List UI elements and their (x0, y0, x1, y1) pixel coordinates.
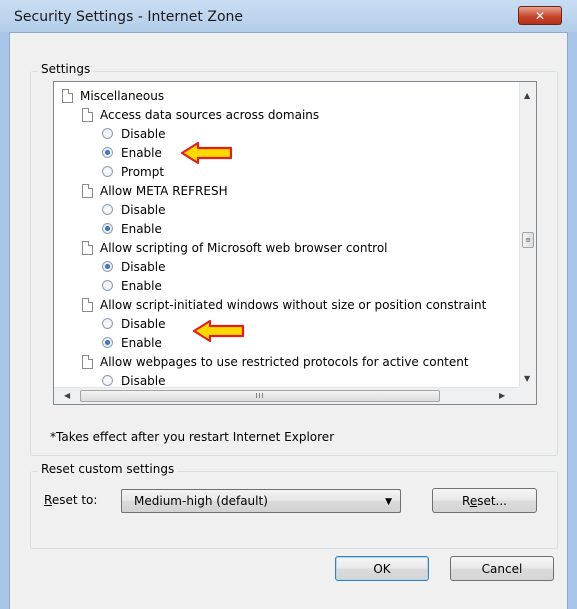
scroll-right-arrow-icon[interactable]: ▶ (499, 392, 505, 400)
item-label: Allow META REFRESH (100, 183, 228, 198)
radio-selected[interactable] (102, 261, 113, 272)
item-label: Miscellaneous (80, 88, 165, 103)
item-label: Enable (121, 145, 162, 160)
radio-unselected[interactable] (102, 204, 113, 215)
reset-to-label-rest: eset to: (51, 493, 98, 507)
reset-to-label-hotkey: R (44, 493, 52, 507)
radio-option[interactable]: Prompt (102, 162, 164, 181)
window-title: Security Settings - Internet Zone (14, 9, 243, 25)
setting-item: Access data sources across domains (82, 105, 319, 124)
scroll-down-arrow-icon[interactable]: ▼ (524, 375, 530, 383)
settings-list[interactable]: Miscellaneous Access data sources across … (53, 81, 537, 405)
annotation-arrow-shape (192, 319, 245, 343)
security-settings-dialog: Security Settings - Internet Zone ✕ Sett… (0, 0, 577, 609)
document-icon (62, 88, 73, 103)
item-label: Access data sources across domains (100, 107, 320, 122)
vertical-scrollbar[interactable]: ▲ ≡ ▼ (519, 82, 536, 388)
radio-selected[interactable] (102, 337, 113, 348)
radio-selected[interactable] (102, 147, 113, 158)
item-label: Disable (121, 202, 166, 217)
item-label: Enable (121, 335, 162, 350)
item-label: Disable (121, 373, 166, 388)
annotation-arrow-shape (180, 141, 233, 165)
horizontal-scroll-thumb[interactable]: III (80, 390, 440, 402)
cancel-button-label: Cancel (481, 561, 523, 576)
setting-item: Allow META REFRESH (82, 181, 228, 200)
item-label: Allow webpages to use restricted protoco… (100, 354, 469, 369)
reset-group-label: Reset custom settings (38, 462, 178, 476)
radio-option[interactable]: Disable (102, 124, 166, 143)
scrollbar-corner (519, 387, 536, 404)
document-icon (82, 297, 93, 312)
reset-to-value: Medium-high (default) (134, 494, 268, 508)
cancel-button[interactable]: Cancel (450, 556, 554, 581)
setting-item: Allow scripting of Microsoft web browser… (82, 238, 388, 257)
radio-option[interactable]: Disable (102, 257, 166, 276)
setting-item: Allow webpages to use restricted protoco… (82, 352, 469, 371)
item-label: Disable (121, 126, 166, 141)
scroll-left-arrow-icon[interactable]: ◀ (64, 392, 70, 400)
annotation-arrow-icon (180, 141, 233, 165)
radio-unselected[interactable] (102, 375, 113, 386)
settings-group-label: Settings (38, 62, 94, 76)
radio-selected[interactable] (102, 223, 113, 234)
radio-option[interactable]: Enable (102, 143, 162, 162)
restart-note: *Takes effect after you restart Internet… (50, 430, 335, 444)
reset-button[interactable]: Reset... (432, 488, 537, 513)
document-icon (82, 183, 93, 198)
item-label: Allow scripting of Microsoft web browser… (100, 240, 388, 255)
annotation-arrow-icon (192, 319, 245, 343)
radio-unselected[interactable] (102, 280, 113, 291)
reset-button-label: Reset... (462, 494, 507, 508)
item-label: Disable (121, 259, 166, 274)
item-label: Allow script-initiated windows without s… (100, 297, 487, 312)
radio-unselected[interactable] (102, 166, 113, 177)
scroll-up-arrow-icon[interactable]: ▲ (524, 92, 530, 100)
vertical-scroll-thumb[interactable]: ≡ (522, 232, 534, 248)
radio-option[interactable]: Enable (102, 276, 162, 295)
reset-button-hotkey-prefix: R (462, 493, 470, 508)
title-bar[interactable]: Security Settings - Internet Zone ✕ (0, 0, 577, 32)
item-label: Disable (121, 316, 166, 331)
document-icon (82, 354, 93, 369)
radio-option[interactable]: Disable (102, 314, 166, 333)
reset-to-dropdown[interactable]: Medium-high (default) ▼ (121, 489, 401, 513)
close-button[interactable]: ✕ (518, 6, 562, 25)
radio-unselected[interactable] (102, 128, 113, 139)
close-icon: ✕ (534, 8, 546, 23)
scroll-grip-icon: ≡ (525, 236, 531, 244)
setting-item: Allow script-initiated windows without s… (82, 295, 486, 314)
radio-option[interactable]: Enable (102, 333, 162, 352)
horizontal-scrollbar[interactable]: ◀ III ▶ (54, 387, 519, 404)
ok-button[interactable]: OK (335, 556, 429, 581)
document-icon (82, 107, 93, 122)
radio-option[interactable]: Disable (102, 200, 166, 219)
document-icon (82, 240, 93, 255)
scroll-grip-icon: III (255, 392, 265, 400)
radio-unselected[interactable] (102, 318, 113, 329)
item-label: Enable (121, 221, 162, 236)
radio-option[interactable]: Enable (102, 219, 162, 238)
chevron-down-icon: ▼ (385, 497, 392, 507)
ok-button-label: OK (373, 561, 391, 576)
item-label: Enable (121, 278, 162, 293)
reset-to-label: Reset to: (44, 493, 97, 507)
reset-button-label-rest: set... (477, 493, 507, 508)
category-item: Miscellaneous (62, 86, 164, 105)
item-label: Prompt (121, 164, 165, 179)
